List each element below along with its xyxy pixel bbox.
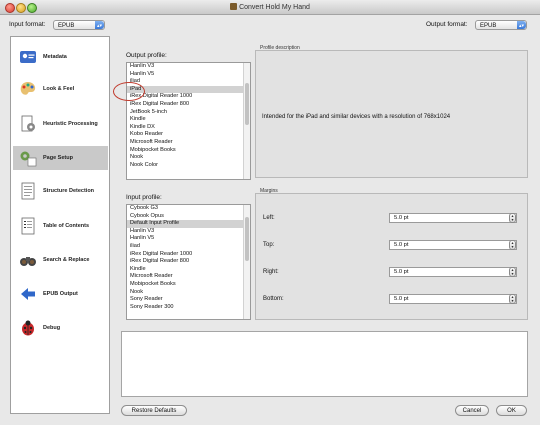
restore-defaults-button[interactable]: Restore Defaults — [121, 405, 187, 416]
list-item[interactable]: Kindle — [127, 116, 250, 124]
margin-left-field[interactable]: 5.0 pt — [389, 213, 517, 223]
list-item[interactable]: Hanlin V3 — [127, 228, 250, 236]
list-item[interactable]: iliad — [127, 78, 250, 86]
list-item[interactable]: Sony Reader 300 — [127, 304, 250, 312]
list-item[interactable]: Hanlin V3 — [127, 63, 250, 71]
app-icon — [230, 3, 238, 10]
sidebar-item-table-of-contents[interactable]: Table of Contents — [13, 214, 108, 238]
list-item[interactable]: iRex Digital Reader 1000 — [127, 251, 250, 259]
output-profile-list[interactable]: Hanlin V3 Hanlin V5 iliad iPad iRex Digi… — [126, 62, 251, 180]
sidebar-item-label: Metadata — [43, 53, 67, 60]
list-item[interactable]: iRex Digital Reader 800 — [127, 258, 250, 266]
sidebar-item-debug[interactable]: Debug — [13, 316, 108, 340]
profile-description-label: Profile description — [260, 45, 300, 51]
window-title: Convert Hold My Hand — [239, 4, 310, 11]
output-format-label: Output format: — [426, 21, 468, 28]
margin-top-label: Top: — [263, 242, 275, 248]
output-format-value: EPUB — [480, 23, 497, 29]
output-format-select[interactable]: EPUB ▴▾ — [475, 20, 527, 30]
highlight-circle — [113, 82, 145, 101]
sidebar-item-label: Table of Contents — [43, 222, 90, 229]
list-item[interactable]: Kindle — [127, 266, 250, 274]
sidebar-item-label: EPUB Output — [43, 290, 78, 297]
sidebar-item-structure-detection[interactable]: Structure Detection — [13, 179, 108, 203]
margin-right-stepper[interactable]: ▴ ▾ — [509, 267, 516, 277]
margins-label: Margins — [260, 188, 278, 194]
list-item[interactable]: Hanlin V5 — [127, 235, 250, 243]
list-item[interactable]: Sony Reader — [127, 296, 250, 304]
list-item[interactable]: iRex Digital Reader 800 — [127, 101, 250, 109]
scrollbar[interactable] — [243, 63, 250, 179]
help-text-box — [121, 331, 528, 397]
ok-button[interactable]: OK — [496, 405, 527, 416]
sidebar-item-label: Heuristic Processing — [43, 120, 98, 127]
window-title-wrap: Convert Hold My Hand — [0, 3, 540, 11]
margin-right-label: Right: — [263, 269, 279, 275]
sidebar-item-heuristic-processing[interactable]: Heuristic Processing — [13, 112, 108, 136]
list-item[interactable]: Cybook G3 — [127, 205, 250, 213]
scrollbar[interactable] — [243, 205, 250, 319]
margin-top-stepper[interactable]: ▴ ▾ — [509, 240, 516, 250]
palette-icon — [20, 82, 36, 95]
sidebar-item-search-replace[interactable]: Search & Replace — [13, 248, 108, 272]
list-item[interactable]: Mobipocket Books — [127, 147, 250, 155]
binoculars-icon — [20, 257, 36, 266]
output-profile-label: Output profile: — [126, 52, 167, 59]
ladybug-icon — [22, 320, 34, 336]
list-item[interactable]: iliad — [127, 243, 250, 251]
margin-left-label: Left: — [263, 215, 275, 221]
profile-description-box: Intended for the iPad and similar device… — [255, 50, 528, 178]
list-item[interactable]: Nook — [127, 154, 250, 162]
list-item[interactable]: Cybook Opus — [127, 213, 250, 221]
sidebar-item-look-feel[interactable]: Look & Feel — [13, 77, 108, 101]
select-arrows-icon: ▴▾ — [517, 21, 526, 29]
scroll-thumb[interactable] — [245, 83, 249, 125]
list-item[interactable]: JetBook 5-inch — [127, 109, 250, 117]
id-card-icon — [20, 51, 36, 63]
sidebar-item-epub-output[interactable]: EPUB Output — [13, 282, 108, 306]
input-profile-list[interactable]: Cybook G3 Cybook Opus Default Input Prof… — [126, 204, 251, 320]
list-item-selected[interactable]: Default Input Profile — [127, 220, 250, 228]
document-icon — [21, 182, 35, 200]
list-item[interactable]: Hanlin V5 — [127, 71, 250, 79]
list-item[interactable]: Mobipocket Books — [127, 281, 250, 289]
list-item[interactable]: Kindle DX — [127, 124, 250, 132]
input-format-value: EPUB — [58, 23, 75, 29]
input-format-label: Input format: — [9, 21, 46, 28]
cog-icon — [21, 115, 35, 132]
margin-right-field[interactable]: 5.0 pt — [389, 267, 517, 277]
arrow-icon — [21, 288, 35, 300]
sidebar-item-label: Search & Replace — [43, 256, 90, 263]
sidebar-item-label: Page Setup — [43, 154, 73, 161]
list-item[interactable]: Kobo Reader — [127, 131, 250, 139]
select-arrows-icon: ▴▾ — [95, 21, 104, 29]
margin-bottom-field[interactable]: 5.0 pt — [389, 294, 517, 304]
sidebar-item-label: Look & Feel — [43, 85, 75, 92]
list-icon — [21, 217, 35, 235]
margin-top-field[interactable]: 5.0 pt — [389, 240, 517, 250]
scroll-thumb[interactable] — [245, 217, 249, 261]
list-item[interactable]: Microsoft Reader — [127, 139, 250, 147]
margins-box: Left: 5.0 pt ▴ ▾ Top: 5.0 pt ▴ ▾ Right: 5.… — [255, 193, 528, 320]
profile-description-text: Intended for the iPad and similar device… — [262, 114, 451, 120]
list-item[interactable]: Nook Color — [127, 162, 250, 170]
list-item[interactable]: iRex Digital Reader 1000 — [127, 93, 250, 101]
sidebar-item-label: Debug — [43, 324, 61, 331]
page-setup-icon — [20, 151, 37, 167]
title-bar: Convert Hold My Hand — [0, 0, 540, 15]
list-item[interactable]: Nook — [127, 289, 250, 297]
margin-bottom-stepper[interactable]: ▴ ▾ — [509, 294, 516, 304]
margin-left-stepper[interactable]: ▴ ▾ — [509, 213, 516, 223]
sidebar-item-metadata[interactable]: Metadata — [13, 45, 108, 69]
sidebar-item-page-setup[interactable]: Page Setup — [13, 146, 108, 170]
margin-bottom-label: Bottom: — [263, 296, 284, 302]
list-item-selected[interactable]: iPad — [127, 85, 250, 94]
settings-sidebar: Metadata Look & Feel Heuristic Processin… — [10, 36, 110, 414]
input-format-select[interactable]: EPUB ▴▾ — [53, 20, 105, 30]
input-profile-label: Input profile: — [126, 194, 162, 201]
cancel-button[interactable]: Cancel — [455, 405, 489, 416]
list-item[interactable]: Microsoft Reader — [127, 273, 250, 281]
sidebar-item-label: Structure Detection — [43, 187, 95, 194]
